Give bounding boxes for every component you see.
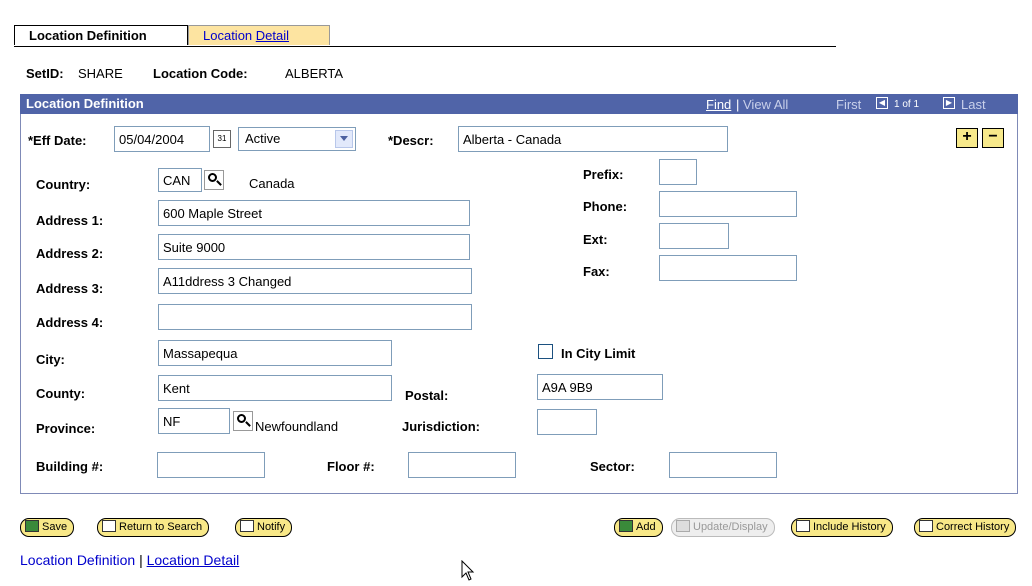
add-button[interactable]: Add	[614, 518, 663, 537]
address2-label: Address 2:	[36, 246, 104, 261]
address1-input[interactable]	[158, 200, 470, 226]
county-label: County:	[36, 386, 86, 401]
status-select[interactable]: Active	[238, 127, 356, 151]
footer-link-location-detail[interactable]: Location Detail	[147, 552, 240, 568]
province-lookup-icon[interactable]	[233, 411, 253, 431]
city-input[interactable]	[158, 340, 392, 366]
ext-input[interactable]	[659, 223, 729, 249]
country-label: Country:	[36, 177, 91, 192]
notify-button[interactable]: Notify	[235, 518, 293, 537]
update-display-label: Update/Display	[693, 521, 768, 533]
country-name: Canada	[249, 176, 295, 191]
address3-input[interactable]	[158, 268, 472, 294]
building-input[interactable]	[157, 452, 265, 478]
tab-divider	[14, 46, 836, 47]
address4-label: Address 4:	[36, 315, 104, 330]
location-definition-section	[20, 94, 1018, 494]
address4-input[interactable]	[158, 304, 472, 330]
notify-icon	[240, 520, 254, 532]
descr-input[interactable]	[458, 126, 728, 152]
city-label: City:	[36, 352, 65, 367]
descr-label: *Descr:	[388, 133, 434, 148]
phone-label: Phone:	[583, 199, 628, 214]
building-label: Building #:	[36, 459, 104, 474]
footer-separator: |	[139, 552, 143, 568]
include-history-label: Include History	[813, 521, 886, 533]
prefix-label: Prefix:	[583, 167, 624, 182]
postal-input[interactable]	[537, 374, 663, 400]
sector-input[interactable]	[669, 452, 777, 478]
fax-label: Fax:	[583, 264, 610, 279]
location-code-value: ALBERTA	[285, 66, 344, 81]
ext-label: Ext:	[583, 232, 608, 247]
chevron-down-icon	[335, 130, 353, 148]
previous-row-button[interactable]: ◀	[876, 97, 888, 109]
last-label: Last	[961, 97, 986, 112]
section-header-bar: Location Definition Find | View All Firs…	[20, 94, 1018, 114]
update-display-button: Update/Display	[671, 518, 775, 537]
country-input[interactable]	[158, 168, 202, 192]
correct-history-button[interactable]: Correct History	[914, 518, 1017, 537]
search-icon	[102, 520, 116, 532]
include-history-button[interactable]: Include History	[791, 518, 893, 537]
jurisdiction-input[interactable]	[537, 409, 597, 435]
first-label: First	[836, 97, 862, 112]
tab-location-definition[interactable]: Location Definition	[14, 25, 188, 45]
in-city-limit-label: In City Limit	[561, 346, 636, 361]
province-input[interactable]	[158, 408, 230, 434]
footer-link-location-definition[interactable]: Location Definition	[20, 552, 135, 568]
update-display-icon	[676, 520, 690, 532]
jurisdiction-label: Jurisdiction:	[402, 419, 481, 434]
mouse-cursor-icon	[461, 560, 475, 581]
save-icon	[25, 520, 39, 532]
setid-value: SHARE	[78, 66, 123, 81]
correct-history-label: Correct History	[936, 521, 1010, 533]
tab-label-prefix: Location	[203, 28, 256, 43]
nav-separator: |	[736, 97, 740, 112]
add-icon	[619, 520, 633, 532]
prefix-input[interactable]	[659, 159, 697, 185]
notify-button-label: Notify	[257, 521, 286, 533]
save-button[interactable]: Save	[20, 518, 75, 537]
footer-links: Location Definition | Location Detail	[20, 552, 239, 568]
add-button-label: Add	[636, 521, 656, 533]
postal-label: Postal:	[405, 388, 449, 403]
floor-label: Floor #:	[327, 459, 375, 474]
country-lookup-icon[interactable]	[204, 170, 224, 190]
floor-input[interactable]	[408, 452, 516, 478]
eff-date-label: *Eff Date:	[28, 133, 87, 148]
row-count: 1 of 1	[894, 99, 920, 110]
find-link[interactable]: Find	[706, 97, 731, 112]
fax-input[interactable]	[659, 255, 797, 281]
save-button-label: Save	[42, 521, 68, 533]
province-name: Newfoundland	[255, 419, 339, 434]
return-to-search-label: Return to Search	[119, 521, 203, 533]
section-title: Location Definition	[26, 96, 144, 111]
address1-label: Address 1:	[36, 213, 104, 228]
tab-label: Location Definition	[29, 28, 147, 43]
next-row-button[interactable]: ▶	[943, 97, 955, 109]
status-selected-value: Active	[245, 131, 281, 146]
tab-label-accel: Detail	[255, 28, 290, 43]
county-input[interactable]	[158, 375, 392, 401]
sector-label: Sector:	[590, 459, 635, 474]
return-to-search-button[interactable]: Return to Search	[97, 518, 210, 537]
delete-row-button[interactable]: −	[982, 128, 1004, 148]
correct-history-icon	[919, 520, 933, 532]
address2-input[interactable]	[158, 234, 470, 260]
include-history-icon	[796, 520, 810, 532]
add-row-button[interactable]: +	[956, 128, 978, 148]
setid-label: SetID:	[26, 66, 64, 81]
in-city-limit-checkbox[interactable]	[538, 344, 553, 359]
province-label: Province:	[36, 421, 96, 436]
phone-input[interactable]	[659, 191, 797, 217]
view-all-link[interactable]: View All	[743, 97, 788, 112]
calendar-icon[interactable]: 31	[213, 130, 231, 148]
location-code-label: Location Code:	[153, 66, 248, 81]
tab-location-detail[interactable]: Location Detail	[188, 25, 330, 45]
address3-label: Address 3:	[36, 281, 104, 296]
eff-date-input[interactable]	[114, 126, 210, 152]
